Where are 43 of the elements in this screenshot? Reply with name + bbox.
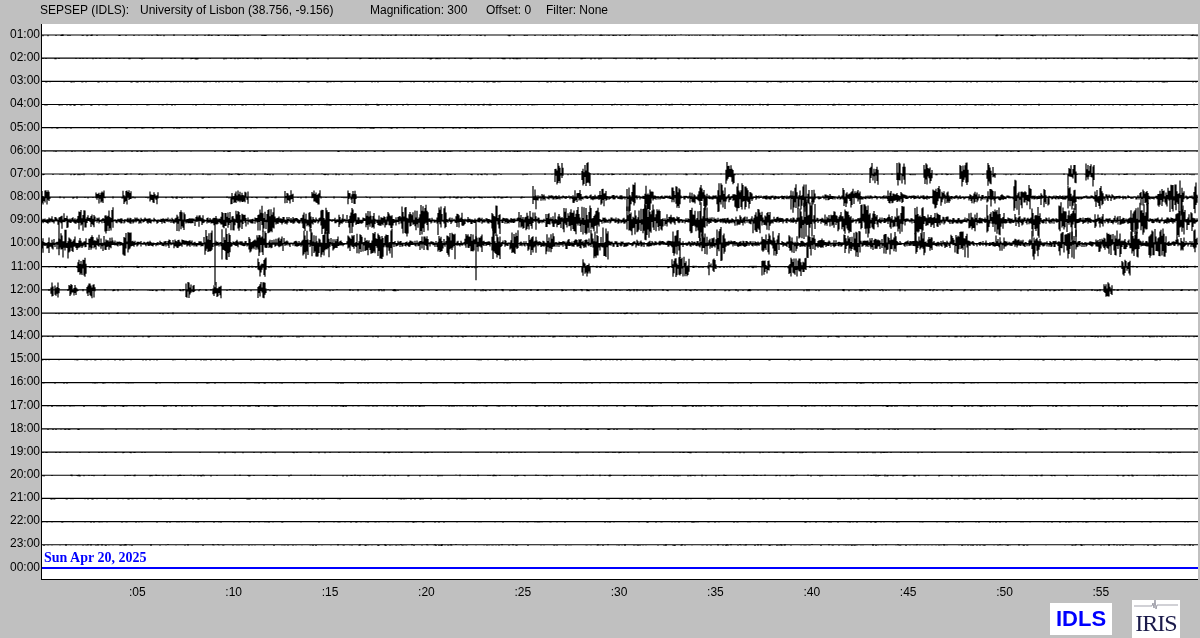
hour-label: 20:00	[8, 465, 41, 483]
hour-label: 08:00	[8, 188, 41, 206]
hour-label: 02:00	[8, 49, 41, 67]
hour-label: 15:00	[8, 350, 41, 368]
hour-label: 00:00	[8, 558, 41, 576]
hour-label: 16:00	[8, 373, 41, 391]
hour-label: 06:00	[8, 141, 41, 159]
minute-tick-label: :15	[321, 584, 339, 601]
hour-label: 07:00	[8, 164, 41, 182]
offset-label: Offset: 0	[486, 2, 533, 19]
network-logo: IDLS	[1050, 603, 1112, 635]
minute-tick-label: :20	[418, 584, 435, 601]
minute-tick-label: :35	[707, 584, 724, 601]
minute-tick-label: :10	[225, 584, 243, 601]
hour-label: 04:00	[8, 95, 41, 113]
minute-tick-label: :30	[610, 584, 628, 601]
hour-label: 03:00	[8, 72, 41, 90]
hour-label: 21:00	[8, 489, 41, 507]
hour-label: 10:00	[8, 234, 41, 252]
station-name: SEPSEP (IDLS):	[40, 2, 131, 19]
minute-tick-label: :45	[899, 584, 917, 601]
hour-label: 05:00	[8, 118, 41, 136]
date-label: Sun Apr 20, 2025	[44, 550, 147, 566]
hour-label: 11:00	[9, 257, 41, 275]
hour-label: 23:00	[8, 535, 41, 553]
hour-label: 01:00	[8, 26, 41, 43]
hour-label: 14:00	[8, 327, 41, 345]
minute-tick-label: :50	[996, 584, 1013, 601]
hour-label: 12:00	[8, 280, 41, 298]
minute-tick-label: :05	[129, 584, 146, 601]
iris-logo: IRIS	[1132, 600, 1180, 638]
hour-label: 19:00	[8, 442, 41, 460]
hour-label: 18:00	[8, 419, 41, 437]
minute-tick-label: :40	[803, 584, 821, 601]
hour-label: 13:00	[8, 303, 41, 321]
magnification-label: Magnification: 300	[370, 2, 469, 19]
hour-label: 09:00	[8, 211, 41, 229]
minute-tick-label: :25	[514, 584, 532, 601]
hour-label: 22:00	[8, 512, 41, 530]
filter-label: Filter: None	[546, 2, 609, 19]
station-location: University of Lisbon (38.756, -9.156)	[140, 2, 335, 19]
minute-tick-label: :55	[1092, 584, 1110, 601]
hour-label: 17:00	[8, 396, 41, 414]
